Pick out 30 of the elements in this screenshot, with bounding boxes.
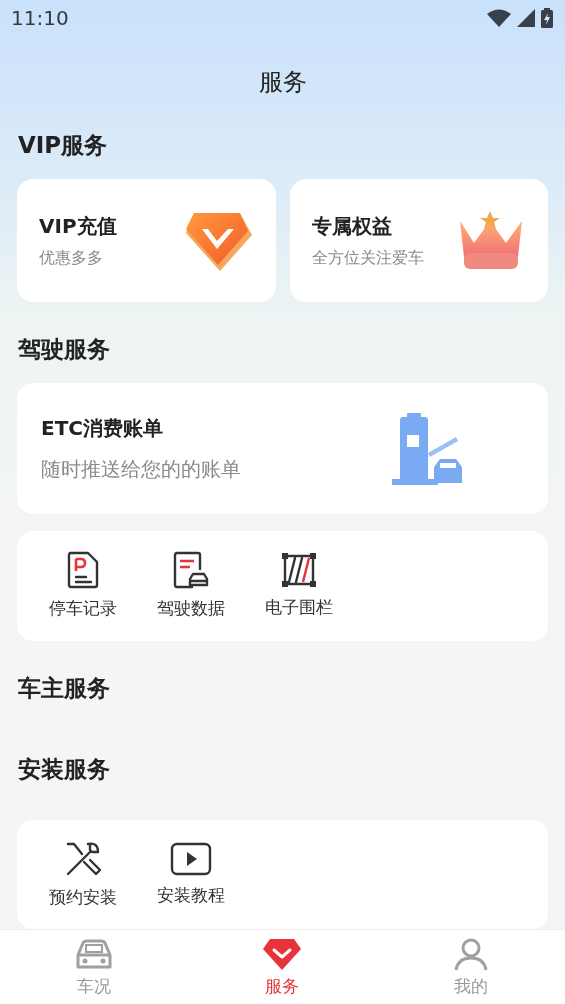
video-play-icon: [170, 841, 212, 876]
nav-tab[interactable]: 服务: [188, 930, 377, 1004]
status-time: 11:10: [11, 6, 69, 30]
parking-document-icon: [66, 551, 100, 590]
card-subtitle: 随时推送给您的的账单: [41, 455, 241, 483]
fence-icon: [281, 552, 317, 589]
page-title: 服务: [258, 67, 307, 98]
document-car-icon: [172, 551, 210, 590]
service-label[interactable]: 停车记录: [49, 597, 117, 621]
card-title: ETC消费账单: [41, 414, 164, 442]
signal-icon: [517, 9, 535, 27]
wifi-icon: [487, 9, 511, 27]
promo-card[interactable]: 专属权益 全方位关注爱车: [289, 179, 548, 302]
card-title: 专属权益: [311, 212, 393, 240]
card-subtitle: 优惠多多: [39, 247, 104, 269]
promo-card[interactable]: VIP充值 优惠多多: [17, 179, 276, 302]
section-title: 车主服务: [18, 673, 111, 703]
service-label[interactable]: 驾驶数据: [157, 597, 225, 621]
section-title: 驾驶服务: [18, 335, 111, 364]
tools-icon: [64, 839, 102, 878]
card-subtitle: 全方位关注爱车: [311, 247, 424, 269]
service-label[interactable]: 预约安装: [49, 885, 117, 909]
section-title: VIP服务: [18, 131, 109, 160]
etc-bill-card[interactable]: ETC消费账单 随时推送给您的的账单: [17, 383, 548, 514]
service-label[interactable]: 电子围栏: [265, 596, 333, 620]
diamond-icon: [262, 936, 303, 971]
battery-icon: [541, 8, 553, 28]
section-title: 安装服务: [18, 754, 111, 784]
service-label[interactable]: 安装教程: [157, 883, 225, 907]
card-title: VIP充值: [39, 212, 117, 240]
